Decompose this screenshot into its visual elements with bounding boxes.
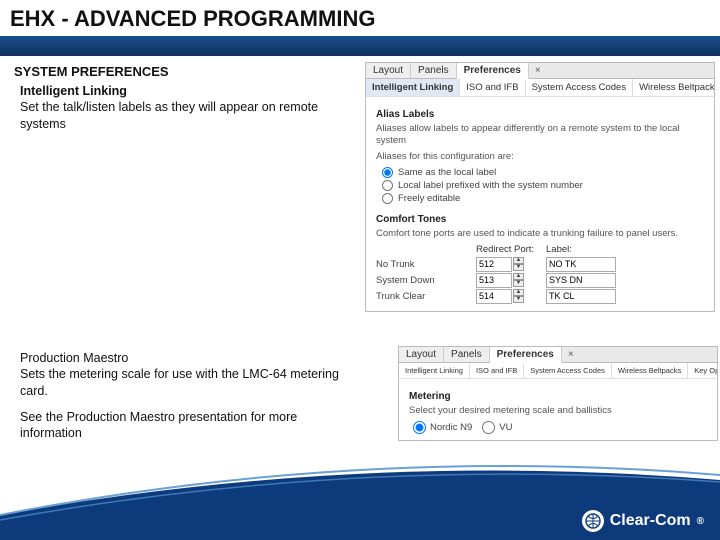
spinner-down-icon[interactable]: ▼ <box>513 264 524 271</box>
footer: Clear-Com® <box>0 482 720 540</box>
label-input-system-down[interactable] <box>546 273 616 288</box>
alias-option-prefixed-label: Local label prefixed with the system num… <box>398 180 583 191</box>
window-tab-row: Layout Panels Preferences × <box>399 347 717 363</box>
subtab-system-access-codes[interactable]: System Access Codes <box>526 79 634 96</box>
tab-preferences[interactable]: Preferences <box>490 347 562 363</box>
comfort-row-no-trunk: No Trunk ▲ ▼ <box>376 257 704 272</box>
subtab-wireless-beltpacks[interactable]: Wireless Beltpacks <box>633 79 714 96</box>
spinner-down-icon[interactable]: ▼ <box>513 296 524 303</box>
metering-option-vu-label: VU <box>499 422 512 433</box>
subtab-iso-ifb[interactable]: ISO and IFB <box>460 79 525 96</box>
metering-option-nordic[interactable]: Nordic N9 <box>413 421 472 434</box>
port-input-no-trunk[interactable] <box>476 257 512 272</box>
window-tab-row: Layout Panels Preferences × <box>366 63 714 79</box>
alias-option-editable-label: Freely editable <box>398 193 460 204</box>
row-name: No Trunk <box>376 259 476 270</box>
alias-option-same-label: Same as the local label <box>398 167 496 178</box>
subtab-wireless-beltpacks[interactable]: Wireless Beltpacks <box>612 363 688 378</box>
alias-help: Aliases allow labels to appear different… <box>376 123 704 147</box>
brand-name: Clear-Com <box>610 512 691 530</box>
metering-option-nordic-label: Nordic N9 <box>430 422 472 433</box>
intelligent-linking-body: Set the talk/listen labels as they will … <box>20 100 318 130</box>
radio-prefixed[interactable] <box>382 180 393 191</box>
subtab-iso-ifb[interactable]: ISO and IFB <box>470 363 524 378</box>
tab-layout[interactable]: Layout <box>399 347 444 362</box>
row-name: Trunk Clear <box>376 291 476 302</box>
subtab-key-operation[interactable]: Key Operation <box>688 363 717 378</box>
label-input-no-trunk[interactable] <box>546 257 616 272</box>
comfort-row-trunk-clear: Trunk Clear ▲ ▼ <box>376 289 704 304</box>
metering-option-vu[interactable]: VU <box>482 421 512 434</box>
pm-line2: Sets the metering scale for use with the… <box>20 367 339 397</box>
radio-nordic[interactable] <box>413 421 426 434</box>
preferences-panel-bottom: Layout Panels Preferences × Intelligent … <box>398 346 718 441</box>
close-icon[interactable]: × <box>564 349 578 360</box>
pm-line3: See the Production Maestro presentation … <box>20 410 297 440</box>
tab-layout[interactable]: Layout <box>366 63 411 78</box>
intelligent-linking-heading: Intelligent Linking <box>20 84 127 98</box>
tab-panels[interactable]: Panels <box>411 63 457 78</box>
comfort-row-system-down: System Down ▲ ▼ <box>376 273 704 288</box>
preferences-subtab-row: Intelligent Linking ISO and IFB System A… <box>366 79 714 97</box>
alias-option-same[interactable]: Same as the local label <box>382 167 704 178</box>
spinner-down-icon[interactable]: ▼ <box>513 280 524 287</box>
alias-option-editable[interactable]: Freely editable <box>382 193 704 204</box>
preferences-subtab-row: Intelligent Linking ISO and IFB System A… <box>399 363 717 379</box>
alias-labels-group: Alias Labels <box>376 109 704 120</box>
tab-preferences[interactable]: Preferences <box>457 63 529 79</box>
radio-same[interactable] <box>382 167 393 178</box>
subtab-system-access-codes[interactable]: System Access Codes <box>524 363 612 378</box>
row-name: System Down <box>376 275 476 286</box>
subtab-intelligent-linking[interactable]: Intelligent Linking <box>399 363 470 378</box>
tab-panels[interactable]: Panels <box>444 347 490 362</box>
close-icon[interactable]: × <box>531 65 545 76</box>
globe-icon <box>582 510 604 532</box>
comfort-help: Comfort tone ports are used to indicate … <box>376 228 704 240</box>
pm-more-info: See the Production Maestro presentation … <box>20 409 350 442</box>
preferences-panel-top: Layout Panels Preferences × Intelligent … <box>365 62 715 312</box>
col-redirect-port: Redirect Port: <box>476 244 546 255</box>
comfort-tones-group: Comfort Tones <box>376 214 704 225</box>
col-label: Label: <box>546 244 636 255</box>
port-input-system-down[interactable] <box>476 273 512 288</box>
subtab-intelligent-linking[interactable]: Intelligent Linking <box>366 79 460 96</box>
brand-logo: Clear-Com® <box>582 510 704 532</box>
panel-body: Metering Select your desired metering sc… <box>399 379 717 440</box>
spinner-up-icon[interactable]: ▲ <box>513 289 524 296</box>
label-input-trunk-clear[interactable] <box>546 289 616 304</box>
spinner-up-icon[interactable]: ▲ <box>513 273 524 280</box>
pm-line1: Production Maestro <box>20 351 128 365</box>
radio-vu[interactable] <box>482 421 495 434</box>
port-input-trunk-clear[interactable] <box>476 289 512 304</box>
page-title: EHX - ADVANCED PROGRAMMING <box>0 0 720 36</box>
radio-editable[interactable] <box>382 193 393 204</box>
intelligent-linking-copy: Intelligent Linking Set the talk/listen … <box>20 83 350 132</box>
comfort-table-header: Redirect Port: Label: <box>376 244 704 255</box>
metering-help: Select your desired metering scale and b… <box>409 405 707 417</box>
alias-option-prefixed[interactable]: Local label prefixed with the system num… <box>382 180 704 191</box>
title-bar <box>0 36 720 56</box>
spinner-up-icon[interactable]: ▲ <box>513 257 524 264</box>
panel-body: Alias Labels Aliases allow labels to app… <box>366 97 714 311</box>
alias-prompt: Aliases for this configuration are: <box>376 151 704 163</box>
metering-group: Metering <box>409 391 707 402</box>
production-maestro-copy: Production Maestro Sets the metering sca… <box>20 350 350 399</box>
